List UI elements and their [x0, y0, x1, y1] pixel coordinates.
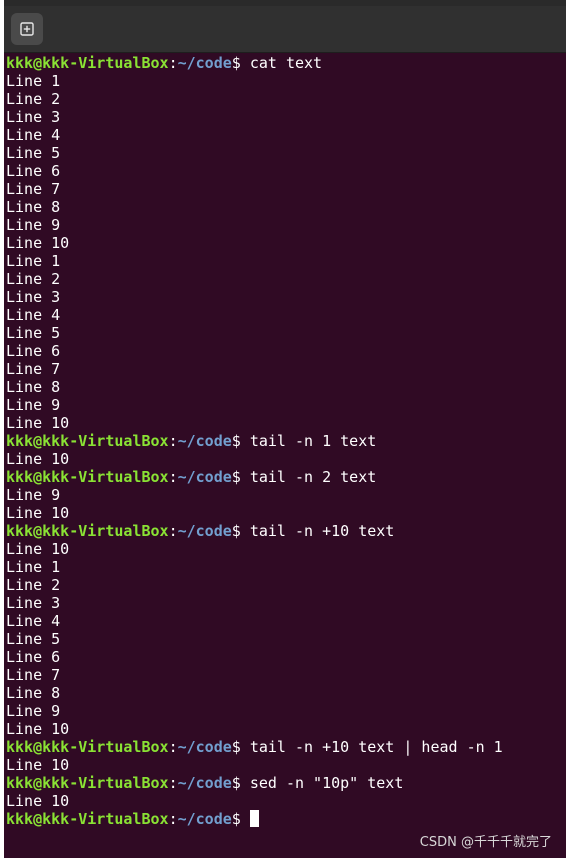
prompt-user-host: kkk@kkk-VirtualBox: [6, 54, 169, 72]
prompt-symbol: $: [231, 468, 241, 486]
output-line: Line 8: [6, 684, 61, 702]
prompt-symbol: $: [231, 54, 241, 72]
terminal-window: kkk@kkk-VirtualBox:~/code$ cat text Line …: [0, 0, 566, 858]
prompt-separator: :: [168, 432, 178, 450]
output-line: Line 2: [6, 270, 61, 288]
prompt-user-host: kkk@kkk-VirtualBox: [6, 738, 169, 756]
output-line: Line 10: [6, 792, 70, 810]
output-line: Line 4: [6, 612, 61, 630]
output-line: Line 2: [6, 90, 61, 108]
output-line: Line 2: [6, 576, 61, 594]
new-tab-plus-icon: [20, 22, 34, 36]
command-text: tail -n +10 text: [240, 522, 395, 540]
output-line: Line 6: [6, 648, 61, 666]
output-line: Line 6: [6, 342, 61, 360]
prompt-line: kkk@kkk-VirtualBox:~/code$ tail -n 2 tex…: [6, 468, 503, 486]
output-line: Line 3: [6, 288, 61, 306]
terminal-cursor[interactable]: [249, 810, 259, 827]
output-line: Line 9: [6, 486, 61, 504]
header-top-strip: [4, 0, 566, 6]
prompt-path: ~/code: [177, 774, 232, 792]
terminal-lines: kkk@kkk-VirtualBox:~/code$ cat text Line …: [6, 54, 503, 828]
output-line: Line 10: [6, 756, 70, 774]
prompt-symbol: $: [231, 774, 241, 792]
command-text: tail -n 2 text: [240, 468, 377, 486]
output-line: Line 3: [6, 108, 61, 126]
output-line: Line 10: [6, 414, 70, 432]
prompt-path: ~/code: [177, 432, 232, 450]
prompt-separator: :: [168, 522, 178, 540]
prompt-separator: :: [168, 54, 178, 72]
output-line: Line 1: [6, 558, 61, 576]
command-text: tail -n +10 text | head -n 1: [240, 738, 503, 756]
prompt-separator: :: [168, 468, 178, 486]
new-tab-button[interactable]: [11, 13, 43, 45]
command-text: sed -n "10p" text: [240, 774, 404, 792]
output-line: Line 10: [6, 540, 70, 558]
prompt-line: kkk@kkk-VirtualBox:~/code$ sed -n "10p" …: [6, 774, 503, 792]
output-line: Line 10: [6, 720, 70, 738]
prompt-path: ~/code: [177, 54, 232, 72]
output-line: Line 10: [6, 504, 70, 522]
prompt-path: ~/code: [177, 810, 232, 828]
output-line: Line 1: [6, 72, 61, 90]
prompt-path: ~/code: [177, 468, 232, 486]
prompt-symbol: $: [231, 522, 241, 540]
output-line: Line 6: [6, 162, 61, 180]
output-line: Line 5: [6, 324, 61, 342]
output-line: Line 7: [6, 180, 61, 198]
prompt-user-host: kkk@kkk-VirtualBox: [6, 432, 169, 450]
prompt-user-host: kkk@kkk-VirtualBox: [6, 522, 169, 540]
prompt-line: kkk@kkk-VirtualBox:~/code$ cat text: [6, 54, 503, 72]
output-line: Line 5: [6, 144, 61, 162]
output-line: Line 8: [6, 378, 61, 396]
output-line: Line 4: [6, 306, 61, 324]
prompt-symbol: $: [231, 810, 241, 828]
prompt-line: kkk@kkk-VirtualBox:~/code$: [6, 810, 503, 828]
command-text: [241, 810, 250, 828]
prompt-path: ~/code: [177, 522, 232, 540]
prompt-user-host: kkk@kkk-VirtualBox: [6, 774, 169, 792]
prompt-separator: :: [168, 810, 178, 828]
prompt-line: kkk@kkk-VirtualBox:~/code$ tail -n 1 tex…: [6, 432, 503, 450]
command-text: tail -n 1 text: [240, 432, 377, 450]
prompt-symbol: $: [231, 738, 241, 756]
output-line: Line 7: [6, 360, 61, 378]
prompt-separator: :: [168, 738, 178, 756]
output-line: Line 1: [6, 252, 61, 270]
output-line: Line 3: [6, 594, 61, 612]
output-line: Line 10: [6, 450, 70, 468]
terminal-output-area[interactable]: kkk@kkk-VirtualBox:~/code$ cat text Line …: [4, 53, 566, 858]
prompt-separator: :: [168, 774, 178, 792]
output-line: Line 9: [6, 216, 61, 234]
output-line: Line 5: [6, 630, 61, 648]
output-line: Line 9: [6, 396, 61, 414]
output-line: Line 7: [6, 666, 61, 684]
command-text: cat text: [240, 54, 323, 72]
prompt-symbol: $: [231, 432, 241, 450]
output-line: Line 4: [6, 126, 61, 144]
prompt-user-host: kkk@kkk-VirtualBox: [6, 810, 169, 828]
output-line: Line 10: [6, 234, 70, 252]
prompt-line: kkk@kkk-VirtualBox:~/code$ tail -n +10 t…: [6, 738, 503, 756]
output-line: Line 8: [6, 198, 61, 216]
output-line: Line 9: [6, 702, 61, 720]
prompt-line: kkk@kkk-VirtualBox:~/code$ tail -n +10 t…: [6, 522, 503, 540]
prompt-user-host: kkk@kkk-VirtualBox: [6, 468, 169, 486]
csdn-watermark: CSDN @千千千就完了: [419, 835, 552, 850]
terminal-header-bar: [4, 0, 566, 53]
prompt-path: ~/code: [177, 738, 232, 756]
